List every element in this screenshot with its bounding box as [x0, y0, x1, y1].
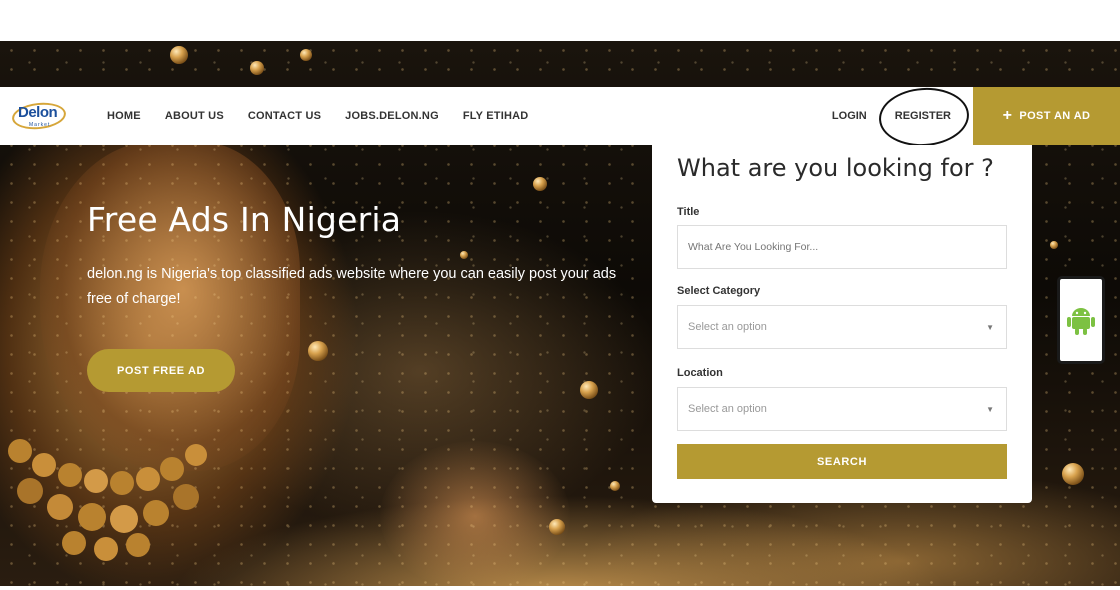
register-link[interactable]: REGISTER — [876, 84, 973, 150]
search-button[interactable]: SEARCH — [677, 444, 1007, 479]
floating-pearl — [170, 46, 188, 64]
floating-pearl — [580, 381, 598, 399]
category-selected-value: Select an option — [688, 321, 767, 333]
android-icon — [1067, 308, 1095, 335]
nav-links: HOME ABOUT US CONTACT US JOBS.DELON.NG F… — [107, 87, 552, 145]
floating-pearl — [1050, 241, 1058, 249]
register-label: REGISTER — [894, 110, 951, 122]
nav-actions: LOGIN REGISTER + POST AN AD — [832, 84, 1120, 150]
location-selected-value: Select an option — [688, 403, 767, 415]
nav-fly-etihad[interactable]: FLY ETIHAD — [463, 110, 529, 122]
floating-pearl — [308, 341, 328, 361]
floating-pearl — [610, 481, 620, 491]
title-label: Title — [677, 206, 700, 218]
nav-about-us[interactable]: ABOUT US — [165, 110, 224, 122]
floating-pearl — [533, 177, 547, 191]
floating-pearl — [300, 49, 312, 61]
post-an-ad-label: POST AN AD — [1019, 110, 1091, 122]
search-panel-heading: What are you looking for ? — [677, 154, 994, 182]
nav-contact-us[interactable]: CONTACT US — [248, 110, 321, 122]
delon-logo[interactable]: Delon Market — [10, 99, 68, 133]
logo-subtext: Market — [29, 122, 51, 128]
title-field[interactable] — [677, 225, 1007, 269]
pearl-necklace — [8, 439, 207, 561]
plus-icon: + — [1002, 107, 1013, 124]
category-select[interactable]: Select an option ▼ — [677, 305, 1007, 349]
floating-pearl — [250, 61, 264, 75]
logo-text: Delon — [18, 104, 58, 121]
nav-home[interactable]: HOME — [107, 110, 141, 122]
nav-jobs-delon[interactable]: JOBS.DELON.NG — [345, 110, 439, 122]
floating-pearl — [1062, 463, 1084, 485]
top-navbar: Delon Market HOME ABOUT US CONTACT US JO… — [0, 84, 1120, 150]
chevron-down-icon: ▼ — [986, 323, 994, 332]
search-panel: What are you looking for ? Title Select … — [652, 145, 1032, 503]
floating-pearl — [549, 519, 565, 535]
category-label: Select Category — [677, 285, 761, 297]
android-app-badge[interactable] — [1057, 276, 1105, 364]
hero-title: Free Ads In Nigeria — [87, 200, 402, 239]
location-select[interactable]: Select an option ▼ — [677, 387, 1007, 431]
floating-pearl — [460, 251, 468, 259]
title-input[interactable] — [688, 241, 996, 253]
hero-description: delon.ng is Nigeria's top classified ads… — [87, 266, 617, 307]
page: Delon Market HOME ABOUT US CONTACT US JO… — [0, 0, 1120, 590]
login-link[interactable]: LOGIN — [832, 110, 867, 122]
chevron-down-icon: ▼ — [986, 405, 994, 414]
post-an-ad-button[interactable]: + POST AN AD — [973, 87, 1120, 145]
post-free-ad-button[interactable]: POST FREE AD — [87, 349, 235, 392]
location-label: Location — [677, 367, 723, 379]
